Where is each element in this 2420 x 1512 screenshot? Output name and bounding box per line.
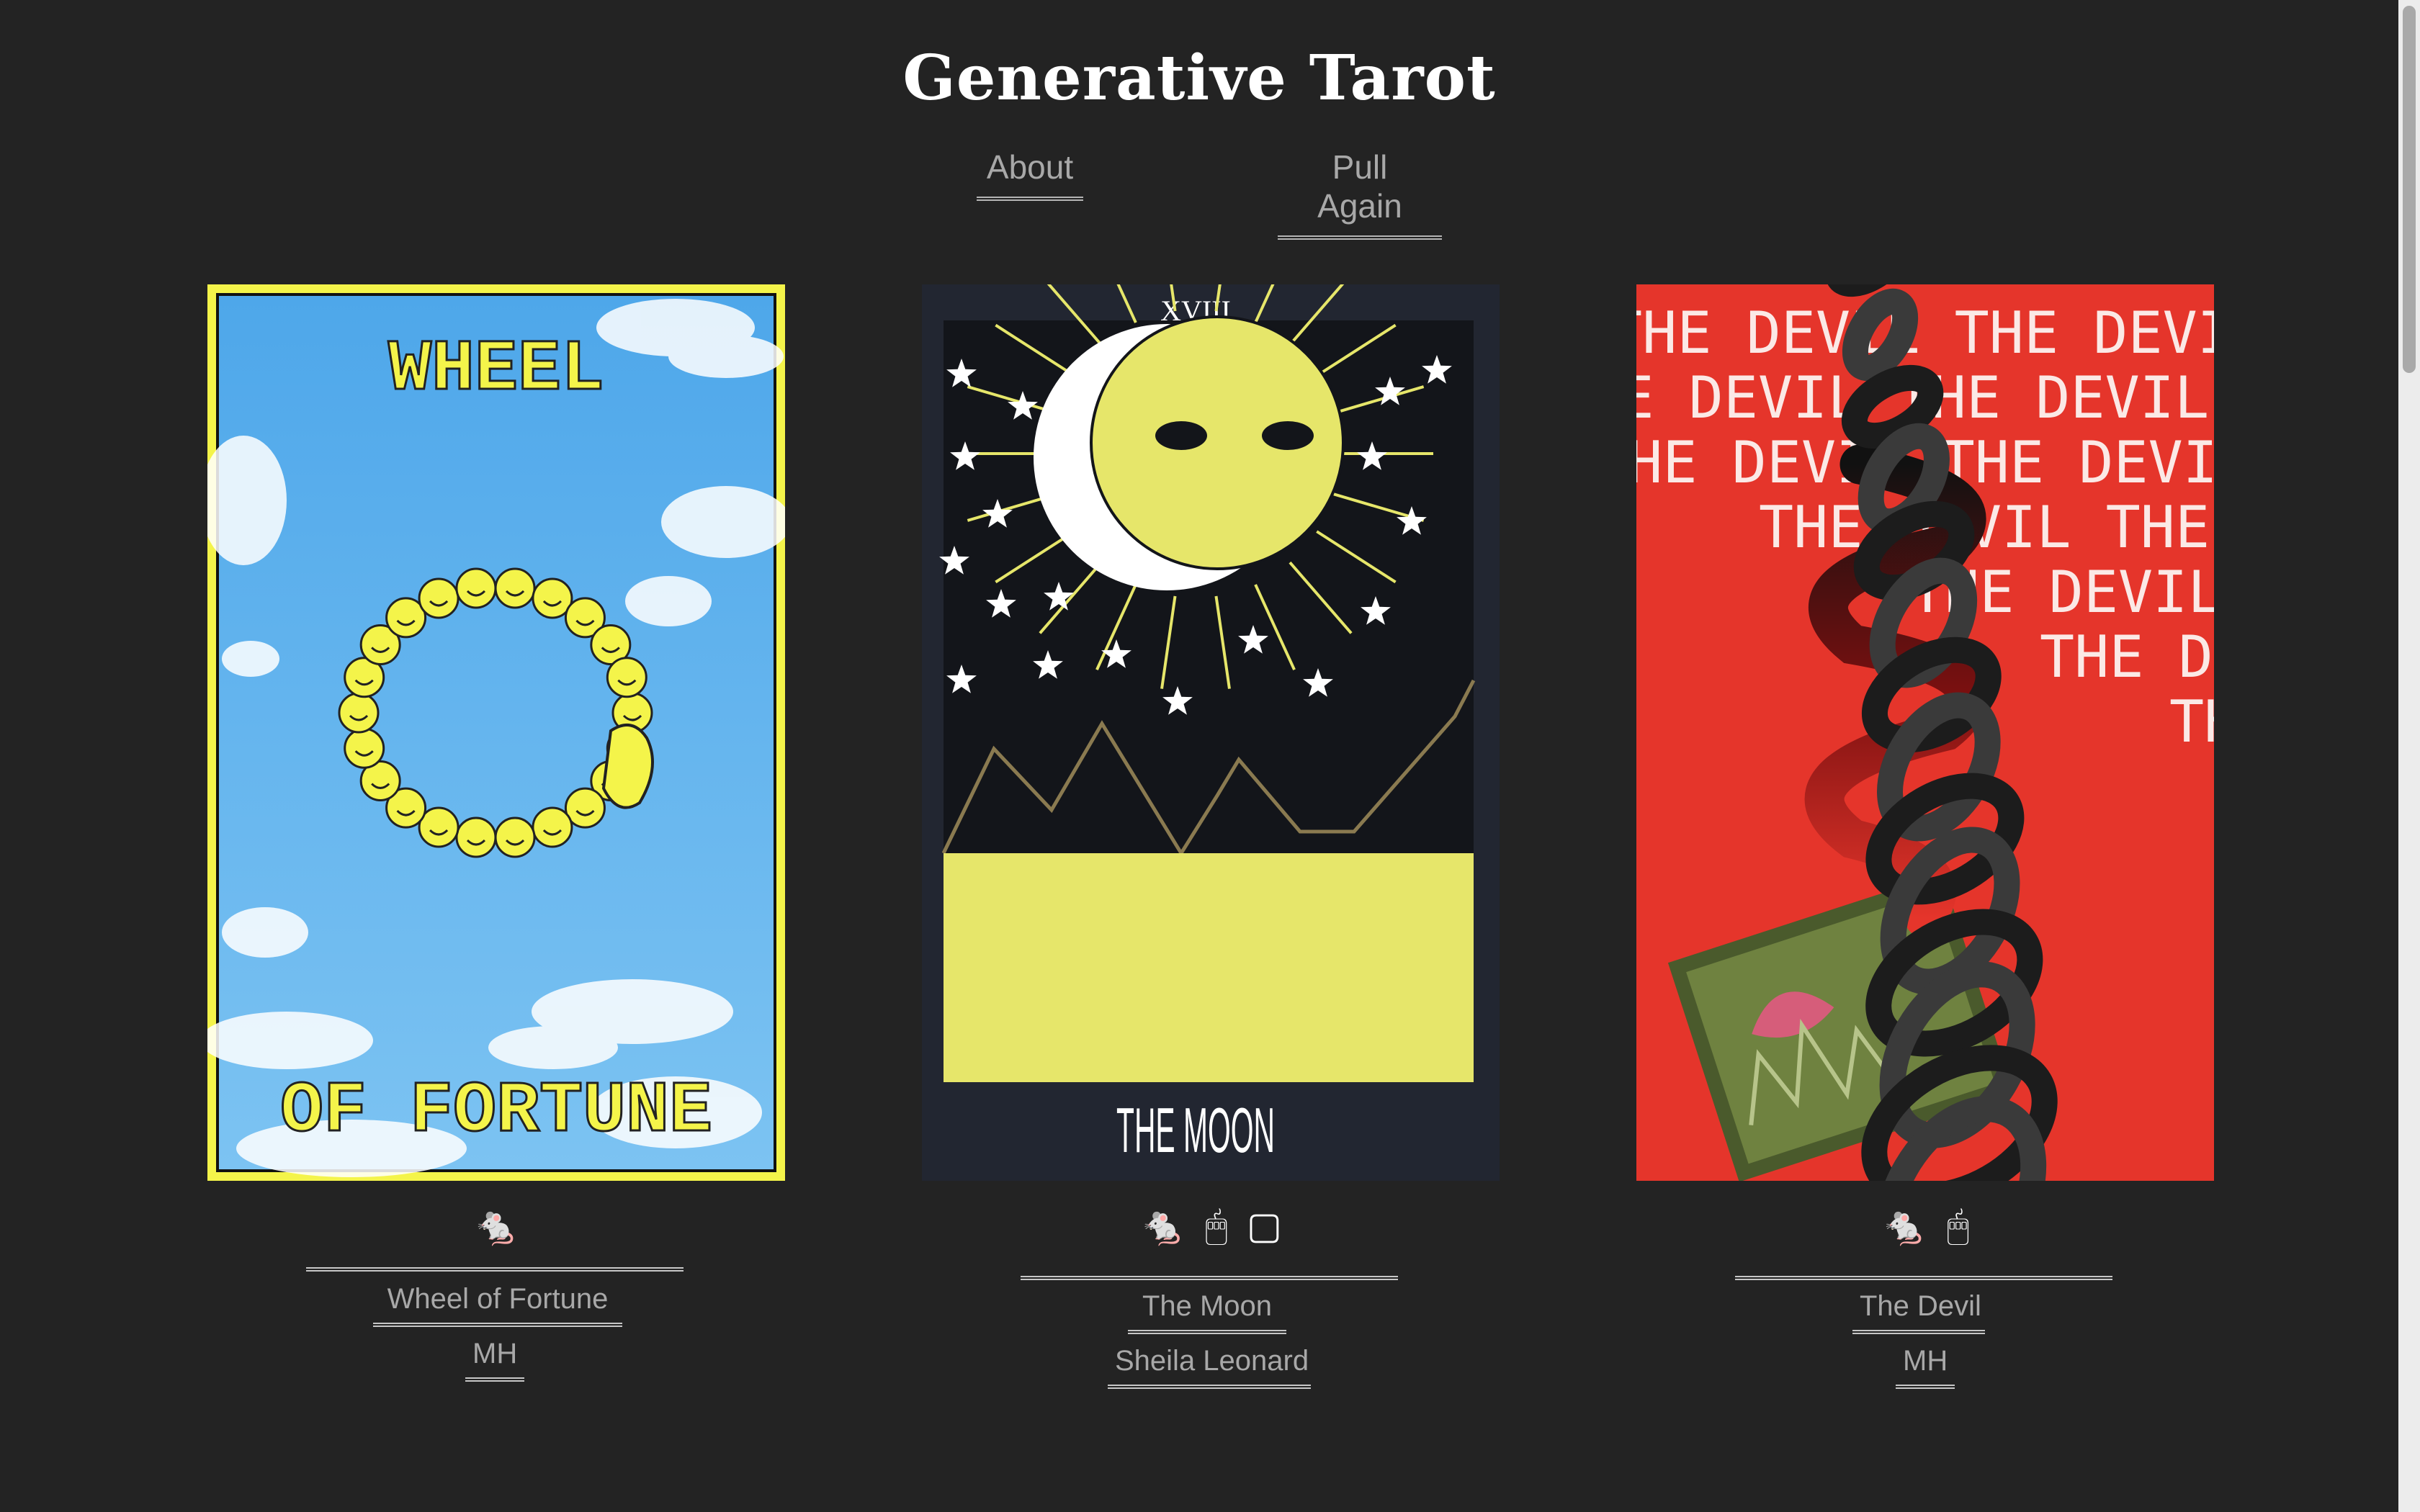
svg-text:THE DEVIL THE DEVIL THE DEVIL: THE DEVIL THE DEVIL THE DEVIL THE DEVIL: [2040, 624, 2214, 690]
card-3-author-link[interactable]: MH: [1896, 1345, 1955, 1389]
card-wheel-of-fortune[interactable]: WHEEL OF FORTUNE: [207, 284, 785, 1181]
card-1-name-link[interactable]: Wheel of Fortune: [373, 1283, 622, 1327]
card-1-divider: [306, 1267, 684, 1272]
cursor-click-icon: 🖱: [1205, 1205, 1228, 1247]
cursor-click-icon: 🖱: [1947, 1205, 1970, 1247]
card-2-author-link[interactable]: Sheila Leonard: [1108, 1345, 1311, 1389]
wheel-art-title-top: WHEEL: [388, 330, 604, 411]
card-1-author-link[interactable]: MH: [465, 1338, 524, 1382]
mouse-icon: 🐁: [1139, 1205, 1186, 1247]
card-3-divider: [1735, 1276, 2112, 1280]
wheel-of-fortune-art: WHEEL OF FORTUNE: [207, 284, 785, 1181]
card-2-divider: [1021, 1276, 1398, 1280]
mouse-icon: 🐁: [1881, 1205, 1928, 1247]
tablet-icon: ▢: [1246, 1205, 1282, 1247]
svg-text:THE DEVIL THE DEVIL THE DEVIL: THE DEVIL THE DEVIL THE DEVIL THE DEVIL: [2169, 688, 2214, 755]
mouse-icon: 🐁: [472, 1205, 520, 1247]
the-devil-art: THE DEVIL THE DEVIL THE DEVIL THE DEVIL …: [1636, 284, 2214, 1181]
the-moon-art: XVIII THE MOON: [922, 284, 1500, 1181]
svg-text:THE DEVIL THE DEVIL THE DEVIL: THE DEVIL THE DEVIL THE DEVIL THE DEVIL: [1759, 494, 2214, 561]
card-the-moon[interactable]: XVIII THE MOON: [922, 284, 1500, 1181]
page-title: Generative Tarot: [902, 42, 1496, 114]
card-1-icons: 🐁: [207, 1204, 785, 1261]
svg-text:THE DEVIL THE DEVIL THE DEVIL: THE DEVIL THE DEVIL THE DEVIL THE DEVIL: [1636, 300, 2214, 366]
card-2-name-link[interactable]: The Moon: [1128, 1290, 1286, 1334]
about-link[interactable]: About: [977, 148, 1083, 201]
scrollbar[interactable]: [2398, 0, 2420, 1512]
card-3-icons: 🐁 🖱: [1636, 1204, 2214, 1261]
scrollbar-thumb[interactable]: [2403, 6, 2416, 373]
wheel-art-title-bottom: OF FORTUNE: [280, 1071, 712, 1153]
card-2-icons: 🐁 🖱 ▢: [922, 1204, 1500, 1261]
card-3-name-link[interactable]: The Devil: [1852, 1290, 1985, 1334]
pull-again-link[interactable]: Pull Again: [1278, 148, 1442, 240]
moon-art-title: THE MOON: [1116, 1094, 1275, 1166]
card-the-devil[interactable]: THE DEVIL THE DEVIL THE DEVIL THE DEVIL …: [1636, 284, 2214, 1181]
